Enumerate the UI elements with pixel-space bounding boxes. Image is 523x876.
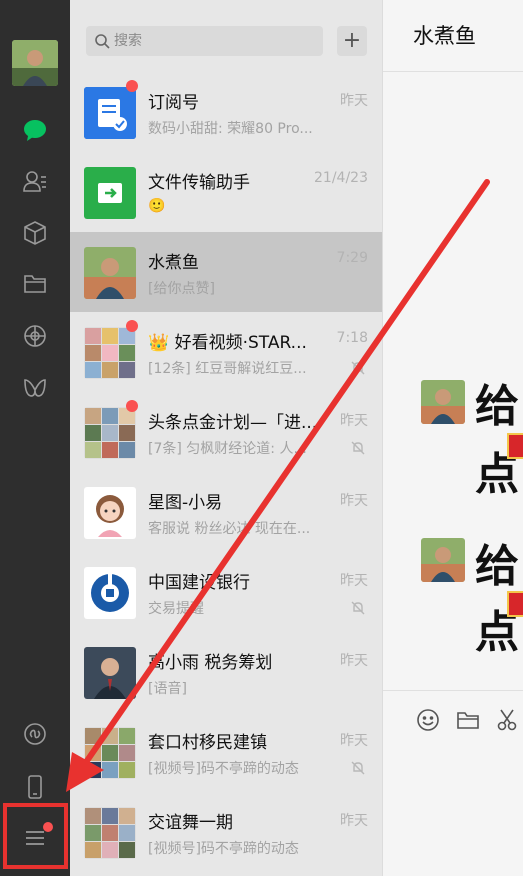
mute-bell-icon xyxy=(351,601,365,615)
conversation-item-selected[interactable]: 水煮鱼 7:29 [给你点赞] xyxy=(70,232,382,312)
conversation-time: 昨天 xyxy=(340,413,368,429)
conversation-name: 订阅号 xyxy=(148,93,199,113)
conversation-name: 👑 好看视频·STAR... xyxy=(148,333,307,353)
mute-bell-icon xyxy=(351,441,365,455)
wechat-window: + 订阅号 昨天 数码小甜甜: 荣耀80 Pro... 文件传输助手 21/4/… xyxy=(0,0,523,876)
like-sticker[interactable]: 给 点 xyxy=(475,545,523,665)
sticker-red-tag xyxy=(507,591,523,617)
mute-bell-icon xyxy=(351,761,365,775)
contacts-icon[interactable] xyxy=(20,167,50,197)
conversation-item[interactable]: 订阅号 昨天 数码小甜甜: 荣耀80 Pro... xyxy=(70,72,382,152)
conversation-item[interactable]: 头条点金计划—「进... 昨天 [7条] 匀枫财经论道: 人... xyxy=(70,392,382,472)
add-button[interactable]: + xyxy=(337,26,367,56)
unread-badge xyxy=(126,320,138,332)
contact-avatar xyxy=(84,487,136,539)
conversation-preview: [12条] 红豆哥解说红豆... xyxy=(148,361,307,377)
chat-icon[interactable] xyxy=(20,115,50,145)
folder-icon[interactable] xyxy=(455,707,481,733)
conversation-item[interactable]: 👑 好看视频·STAR... 7:18 [12条] 红豆哥解说红豆... xyxy=(70,312,382,392)
conversation-item[interactable]: 高小雨 税务筹划 昨天 [语音] xyxy=(70,632,382,712)
conversation-time: 昨天 xyxy=(340,733,368,749)
conversation-name: 头条点金计划—「进... xyxy=(148,413,318,433)
moments-icon[interactable] xyxy=(20,321,50,351)
sticker-text: 点 xyxy=(475,449,519,500)
contact-avatar xyxy=(84,247,136,299)
unread-badge xyxy=(126,400,138,412)
annotation-highlight-box xyxy=(3,803,68,869)
conversation-preview: [给你点赞] xyxy=(148,281,215,297)
header-divider xyxy=(383,71,523,72)
conversation-preview: 客服说 粉丝必达 现在在... xyxy=(148,521,311,537)
conversation-time: 昨天 xyxy=(340,573,368,589)
conversation-time: 昨天 xyxy=(340,493,368,509)
phone-icon[interactable] xyxy=(20,772,50,802)
sticker-text: 点 xyxy=(475,607,519,658)
mini-programs-icon[interactable] xyxy=(20,719,50,749)
conversation-item[interactable]: 星图-小易 昨天 客服说 粉丝必达 现在在... xyxy=(70,472,382,552)
file-transfer-icon xyxy=(84,167,136,219)
conversation-name: 水煮鱼 xyxy=(148,253,199,273)
unread-badge xyxy=(126,80,138,92)
conversation-preview: 🙂 xyxy=(148,198,166,214)
subscription-icon xyxy=(84,87,136,139)
chat-title: 水煮鱼 xyxy=(413,24,476,48)
search-icon xyxy=(95,34,110,49)
group-avatar xyxy=(84,327,136,379)
search-input[interactable] xyxy=(114,26,314,56)
conversation-time: 7:29 xyxy=(336,250,368,266)
channels-icon[interactable] xyxy=(20,373,50,403)
mute-bell-icon xyxy=(351,361,365,375)
sender-avatar[interactable] xyxy=(421,538,465,582)
input-divider xyxy=(383,690,523,691)
sender-avatar[interactable] xyxy=(421,380,465,424)
conversation-time: 昨天 xyxy=(340,813,368,829)
group-avatar xyxy=(84,407,136,459)
sticker-text: 给 xyxy=(475,381,519,432)
conversation-name: 套口村移民建镇 xyxy=(148,733,267,753)
conversation-list-panel: + 订阅号 昨天 数码小甜甜: 荣耀80 Pro... 文件传输助手 21/4/… xyxy=(70,0,382,876)
my-avatar[interactable] xyxy=(12,40,58,86)
conversation-item[interactable]: 中国建设银行 昨天 交易提醒 xyxy=(70,552,382,632)
conversation-time: 昨天 xyxy=(340,653,368,669)
sticker-text: 给 xyxy=(475,541,519,592)
conversation-item[interactable]: 套口村移民建镇 昨天 [视频号]码不亭蹄的动态 xyxy=(70,712,382,792)
conversation-preview: [视频号]码不亭蹄的动态 xyxy=(148,761,299,777)
conversation-time: 21/4/23 xyxy=(314,170,368,186)
conversation-item[interactable]: 交谊舞一期 昨天 [视频号]码不亭蹄的动态 xyxy=(70,792,382,872)
conversation-item[interactable]: 文件传输助手 21/4/23 🙂 xyxy=(70,152,382,232)
conversation-preview: [7条] 匀枫财经论道: 人... xyxy=(148,441,307,457)
conversation-name: 文件传输助手 xyxy=(148,173,250,193)
conversation-name: 高小雨 税务筹划 xyxy=(148,653,273,673)
search-box[interactable] xyxy=(86,26,323,56)
scissors-icon[interactable] xyxy=(495,707,521,733)
conversation-preview: [语音] xyxy=(148,681,187,697)
files-icon[interactable] xyxy=(20,269,50,299)
emoji-icon[interactable] xyxy=(415,707,441,733)
conversation-preview: 交易提醒 xyxy=(148,601,204,617)
conversation-preview: [视频号]码不亭蹄的动态 xyxy=(148,841,299,857)
chat-panel: 水煮鱼 给 点 给 点 xyxy=(382,0,523,876)
conversation-name: 交谊舞一期 xyxy=(148,813,233,833)
conversation-name: 星图-小易 xyxy=(148,493,223,513)
conversation-time: 7:18 xyxy=(336,330,368,346)
nav-rail xyxy=(0,0,70,876)
bank-logo xyxy=(84,567,136,619)
collections-icon[interactable] xyxy=(20,218,50,248)
group-avatar xyxy=(84,727,136,779)
conversation-time: 昨天 xyxy=(340,93,368,109)
group-avatar xyxy=(84,807,136,859)
sticker-red-tag xyxy=(507,433,523,459)
conversation-name: 中国建设银行 xyxy=(148,573,250,593)
conversation-preview: 数码小甜甜: 荣耀80 Pro... xyxy=(148,121,313,137)
like-sticker[interactable]: 给 点 xyxy=(475,385,523,505)
contact-avatar xyxy=(84,647,136,699)
